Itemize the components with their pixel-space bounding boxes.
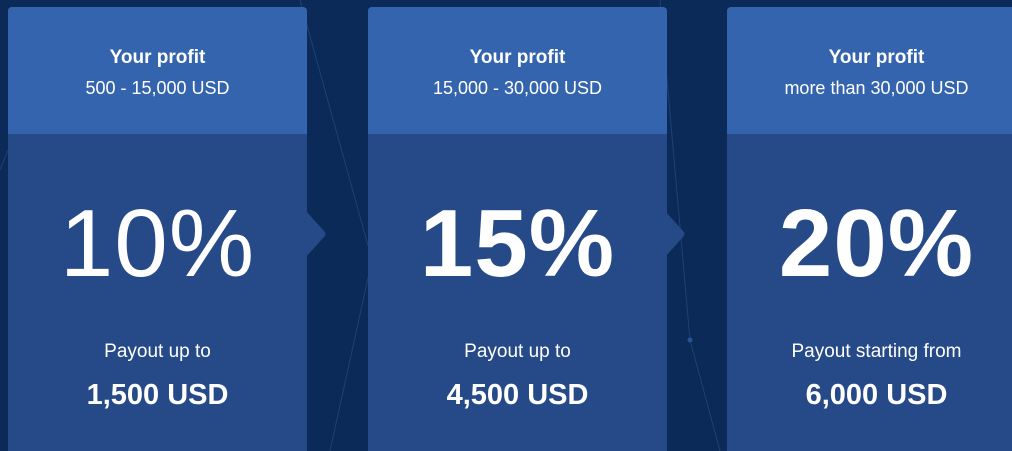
payout-label: Payout up to — [104, 341, 211, 362]
tier-percent: 10% — [59, 190, 256, 297]
payout-label: Payout up to — [464, 341, 571, 362]
tier-header-title: Your profit — [109, 46, 206, 68]
tier-card-2: Your profit 15,000 - 30,000 USD 15% Payo… — [368, 7, 667, 451]
tier-card-header: Your profit more than 30,000 USD — [727, 7, 1012, 134]
payout-value: 6,000 USD — [805, 379, 948, 411]
card-arrow-notch — [665, 211, 685, 257]
tier-card-header: Your profit 15,000 - 30,000 USD — [368, 7, 667, 134]
tier-percent: 15% — [419, 190, 616, 297]
tier-card-3: Your profit more than 30,000 USD 20% Pay… — [727, 7, 1012, 451]
tier-profit-range: more than 30,000 USD — [784, 77, 969, 98]
payout-value: 4,500 USD — [446, 379, 589, 411]
tier-profit-range: 15,000 - 30,000 USD — [432, 77, 603, 98]
payout-label: Payout starting from — [791, 341, 962, 362]
tier-card-header: Your profit 500 - 15,000 USD — [8, 7, 307, 134]
tier-header-title: Your profit — [469, 46, 566, 68]
tier-header-title: Your profit — [828, 46, 925, 68]
tier-percent: 20% — [778, 190, 975, 297]
payout-value: 1,500 USD — [86, 379, 229, 411]
card-arrow-notch — [306, 211, 326, 257]
tier-profit-range: 500 - 15,000 USD — [85, 77, 230, 98]
tier-card-1: Your profit 500 - 15,000 USD 10% Payout … — [8, 7, 307, 451]
payout-tiers-section: Your profit 500 - 15,000 USD 10% Payout … — [0, 0, 1012, 451]
